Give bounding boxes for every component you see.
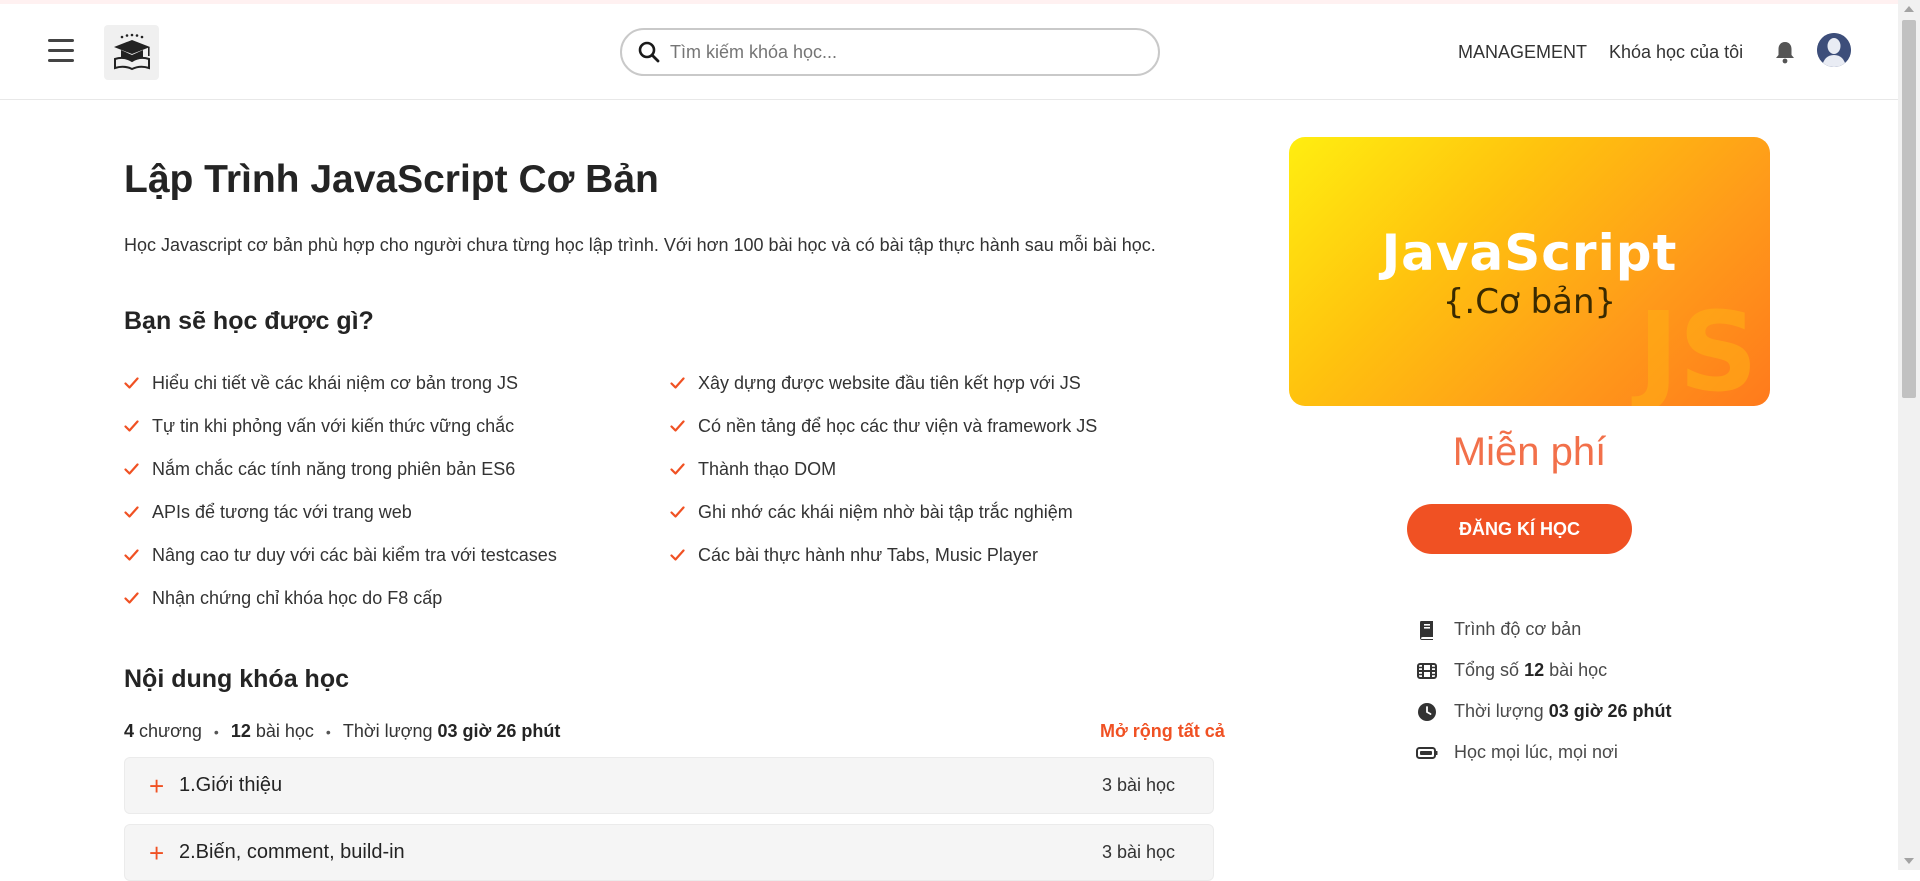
site-logo[interactable] — [104, 25, 159, 80]
check-icon — [124, 459, 140, 480]
learn-item-text: Nâng cao tư duy với các bài kiểm tra với… — [152, 545, 557, 565]
info-duration-label: Thời lượng — [1454, 701, 1544, 721]
info-anywhere: Học mọi lúc, mọi nơi — [1416, 742, 1618, 763]
learn-heading: Bạn sẽ học được gì? — [124, 307, 374, 335]
search-bar[interactable] — [620, 28, 1160, 76]
check-icon — [670, 416, 686, 437]
battery-icon — [1416, 746, 1438, 760]
check-icon — [124, 545, 140, 566]
learn-item-text: Tự tin khi phỏng vấn với kiến thức vững … — [152, 416, 515, 436]
bell-icon[interactable] — [1774, 40, 1796, 69]
search-input[interactable] — [670, 41, 1130, 63]
meta-lessons-label: bài học — [255, 721, 314, 741]
chapter-row[interactable]: + 2.Biến, comment, build-in 3 bài học — [124, 824, 1214, 881]
info-level-text: Trình độ cơ bản — [1454, 619, 1582, 639]
chapter-lesson-count: 3 bài học — [1101, 775, 1175, 795]
learn-item-text: Có nền tảng để học các thư viện và frame… — [698, 416, 1098, 436]
scroll-down-arrow-icon[interactable] — [1904, 858, 1914, 864]
graduation-cap-logo-icon — [113, 33, 150, 70]
learn-item-text: Các bài thực hành như Tabs, Music Player — [698, 545, 1038, 565]
meta-chapters-label: chương — [139, 721, 202, 741]
info-total-unit: bài học — [1549, 660, 1608, 680]
thumbnail-subtitle: {.Cơ bản} — [1442, 282, 1617, 322]
check-icon — [124, 588, 140, 609]
info-total-num: 12 — [1524, 660, 1545, 680]
learn-item: Nâng cao tư duy với các bài kiểm tra với… — [124, 545, 557, 566]
user-silhouette-icon — [1817, 33, 1851, 67]
info-total-label: Tổng số — [1454, 660, 1520, 680]
plus-icon: + — [149, 770, 165, 801]
user-avatar[interactable] — [1817, 33, 1851, 67]
chapter-title: 1.Giới thiệu — [179, 774, 283, 796]
search-icon — [638, 41, 660, 63]
learn-item: Xây dựng được website đầu tiên kết hợp v… — [670, 373, 1081, 394]
learn-item: Nắm chắc các tính năng trong phiên bản E… — [124, 459, 515, 480]
plus-icon: + — [149, 837, 165, 868]
chapter-row[interactable]: + 1.Giới thiệu 3 bài học — [124, 757, 1214, 814]
thumbnail-title: JavaScript — [1381, 224, 1678, 282]
check-icon — [670, 373, 686, 394]
hamburger-menu-icon[interactable] — [48, 39, 76, 65]
learn-item: Nhận chứng chỉ khóa học do F8 cấp — [124, 588, 442, 609]
check-icon — [124, 502, 140, 523]
info-duration-value: 03 giờ 26 phút — [1548, 701, 1672, 721]
learn-item-text: Ghi nhớ các khái niệm nhờ bài tập trắc n… — [698, 502, 1073, 522]
learn-item: APIs để tương tác với trang web — [124, 502, 412, 523]
clock-icon — [1416, 702, 1438, 722]
scroll-up-arrow-icon[interactable] — [1904, 6, 1914, 12]
chapter-lesson-count: 3 bài học — [1101, 842, 1175, 862]
learn-item-text: Nắm chắc các tính năng trong phiên bản E… — [152, 459, 516, 479]
course-description: Học Javascript cơ bản phù hợp cho người … — [124, 235, 1156, 255]
content-heading: Nội dung khóa học — [124, 665, 349, 693]
learn-item: Tự tin khi phỏng vấn với kiến thức vững … — [124, 416, 514, 437]
meta-duration-label: Thời lượng — [342, 721, 433, 741]
top-header: MANAGEMENT Khóa học của tôi — [0, 4, 1898, 100]
check-icon — [124, 416, 140, 437]
learn-item-text: Nhận chứng chỉ khóa học do F8 cấp — [152, 588, 443, 608]
info-anywhere-text: Học mọi lúc, mọi nơi — [1454, 742, 1618, 762]
info-level: Trình độ cơ bản — [1416, 619, 1581, 640]
learn-item-text: Hiểu chi tiết về các khái niệm cơ bản tr… — [152, 373, 518, 393]
meta-duration-value: 03 giờ 26 phút — [437, 721, 561, 741]
nav-my-courses[interactable]: Khóa học của tôi — [1609, 42, 1743, 63]
film-icon — [1416, 662, 1438, 679]
course-price: Miễn phí — [1452, 430, 1607, 474]
info-duration: Thời lượng 03 giờ 26 phút — [1416, 701, 1672, 722]
enroll-button[interactable]: ĐĂNG KÍ HỌC — [1407, 504, 1632, 554]
expand-all-link[interactable]: Mở rộng tất cả — [1100, 721, 1225, 742]
learn-item: Có nền tảng để học các thư viện và frame… — [670, 416, 1097, 437]
learn-item: Hiểu chi tiết về các khái niệm cơ bản tr… — [124, 373, 518, 394]
meta-separator: • — [213, 723, 219, 740]
check-icon — [124, 373, 140, 394]
learn-item-text: Xây dựng được website đầu tiên kết hợp v… — [698, 373, 1081, 393]
chapter-title: 2.Biến, comment, build-in — [179, 841, 405, 863]
learn-item-text: Thành thạo DOM — [698, 459, 837, 479]
learn-item: Các bài thực hành như Tabs, Music Player — [670, 545, 1038, 566]
meta-chapters-count: 4 — [124, 721, 135, 741]
check-icon — [670, 502, 686, 523]
book-icon — [1416, 620, 1438, 640]
learn-item-text: APIs để tương tác với trang web — [152, 502, 412, 522]
info-total-lessons: Tổng số 12 bài học — [1416, 660, 1607, 681]
scrollbar-thumb[interactable] — [1902, 20, 1916, 398]
course-title: Lập Trình JavaScript Cơ Bản — [124, 158, 659, 201]
meta-separator: • — [325, 723, 331, 740]
check-icon — [670, 545, 686, 566]
check-icon — [670, 459, 686, 480]
course-meta: 4 chương • 12 bài học • Thời lượng 03 gi… — [124, 721, 560, 742]
nav-management[interactable]: MANAGEMENT — [1458, 42, 1587, 63]
meta-lessons-count: 12 — [230, 721, 251, 741]
course-thumbnail[interactable]: JS JavaScript {.Cơ bản} — [1289, 137, 1770, 406]
page-scrollbar[interactable] — [1898, 0, 1920, 870]
learn-item: Ghi nhớ các khái niệm nhờ bài tập trắc n… — [670, 502, 1073, 523]
learn-item: Thành thạo DOM — [670, 459, 836, 480]
